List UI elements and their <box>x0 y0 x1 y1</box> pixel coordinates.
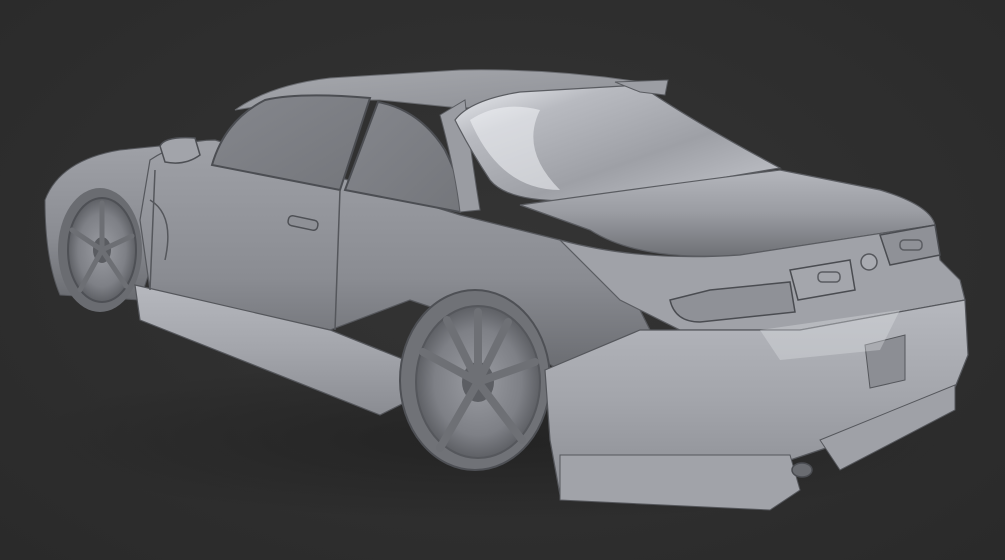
car-render <box>30 69 970 520</box>
bumper-lip <box>559 454 801 511</box>
rear-wheel <box>399 289 551 471</box>
render-viewport <box>0 0 1005 560</box>
front-wheel <box>58 188 142 312</box>
exhaust-tip <box>791 462 813 478</box>
side-mirror <box>159 136 201 164</box>
emblem-icon <box>860 253 878 271</box>
